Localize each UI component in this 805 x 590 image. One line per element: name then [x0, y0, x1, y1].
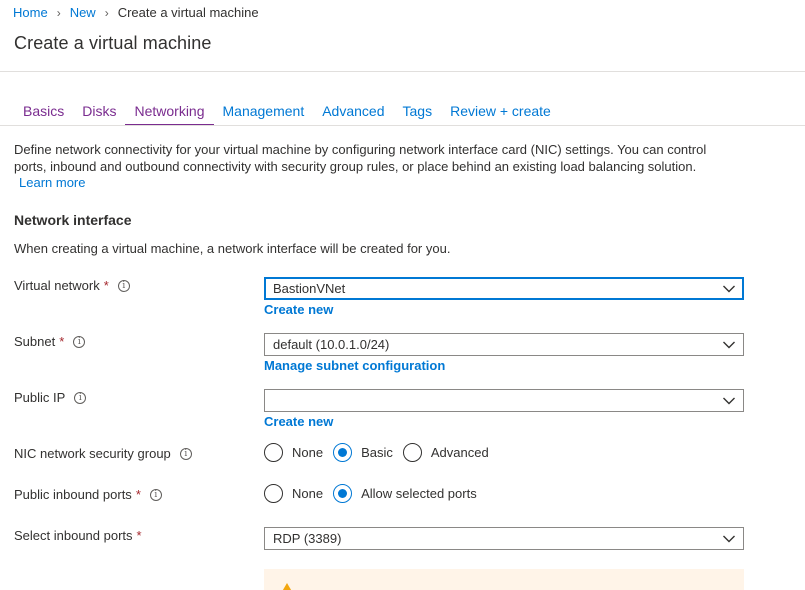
- nic-nsg-label: NIC network security group i: [14, 446, 192, 461]
- tab-tags[interactable]: Tags: [394, 100, 442, 126]
- radio-label: Advanced: [430, 445, 489, 460]
- tab-review-create[interactable]: Review + create: [441, 100, 560, 126]
- virtual-network-select[interactable]: BastionVNet: [264, 277, 744, 300]
- radio-circle[interactable]: [333, 443, 353, 462]
- radio-label: Basic: [361, 445, 393, 460]
- tab-advanced[interactable]: Advanced: [313, 100, 393, 126]
- public-inbound-ports-label-text: Public inbound ports: [14, 487, 132, 502]
- chevron-down-icon: [723, 534, 735, 544]
- required-marker: *: [136, 528, 142, 543]
- chevron-down-icon: [723, 284, 735, 294]
- select-inbound-ports-label-text: Select inbound ports: [14, 528, 133, 543]
- breadcrumb-current: Create a virtual machine: [117, 5, 259, 20]
- chevron-right-icon: ›: [56, 5, 61, 20]
- create-new-vnet-link[interactable]: Create new: [264, 302, 333, 317]
- info-icon[interactable]: i: [149, 488, 162, 501]
- subnet-value: default (10.0.1.0/24): [273, 337, 390, 352]
- inbound-ports-option-none[interactable]: None: [264, 484, 323, 503]
- public-inbound-ports-radio-group: None Allow selected ports: [264, 484, 487, 503]
- chevron-down-icon: [723, 340, 735, 350]
- info-icon[interactable]: i: [73, 335, 86, 348]
- learn-more-link[interactable]: Learn more: [19, 175, 85, 190]
- radio-label: None: [292, 445, 324, 460]
- nic-nsg-label-text: NIC network security group: [14, 446, 171, 461]
- tab-management[interactable]: Management: [214, 100, 314, 126]
- page-title: Create a virtual machine: [14, 33, 212, 53]
- select-inbound-ports-select[interactable]: RDP (3389): [264, 527, 744, 550]
- nic-nsg-option-none[interactable]: None: [264, 443, 323, 462]
- info-icon[interactable]: i: [74, 391, 87, 404]
- virtual-network-label: Virtual network * i: [14, 278, 130, 293]
- radio-circle[interactable]: [402, 443, 422, 462]
- required-marker: *: [103, 278, 109, 293]
- radio-label: Allow selected ports: [361, 486, 477, 501]
- public-ip-label-text: Public IP: [14, 390, 66, 405]
- select-inbound-ports-label: Select inbound ports *: [14, 528, 142, 543]
- chevron-right-icon: ›: [104, 5, 109, 20]
- radio-circle[interactable]: [264, 443, 283, 462]
- required-marker: *: [59, 334, 65, 349]
- radio-circle[interactable]: [264, 484, 283, 503]
- subnet-label-text: Subnet: [14, 334, 56, 349]
- nic-nsg-option-advanced[interactable]: Advanced: [402, 443, 489, 462]
- tab-networking[interactable]: Networking: [125, 100, 214, 126]
- warning-message-box: [264, 569, 744, 590]
- nic-nsg-radio-group: None Basic Advanced: [264, 443, 499, 462]
- breadcrumb-home-link[interactable]: Home: [13, 5, 48, 20]
- section-description: When creating a virtual machine, a netwo…: [14, 241, 451, 256]
- info-icon[interactable]: i: [179, 447, 192, 460]
- radio-label: None: [292, 486, 324, 501]
- public-ip-select[interactable]: [264, 389, 744, 412]
- radio-circle[interactable]: [333, 484, 353, 503]
- breadcrumb-new-link[interactable]: New: [70, 5, 96, 20]
- section-title-network-interface: Network interface: [14, 212, 132, 228]
- header-divider: [0, 71, 805, 72]
- required-marker: *: [135, 487, 141, 502]
- public-ip-label: Public IP i: [14, 390, 87, 405]
- create-new-public-ip-link[interactable]: Create new: [264, 414, 333, 429]
- nic-nsg-option-basic[interactable]: Basic: [333, 443, 393, 462]
- info-icon[interactable]: i: [117, 279, 130, 292]
- tab-disks[interactable]: Disks: [73, 100, 125, 126]
- virtual-network-value: BastionVNet: [273, 281, 346, 296]
- public-inbound-ports-label: Public inbound ports * i: [14, 487, 162, 502]
- subnet-select[interactable]: default (10.0.1.0/24): [264, 333, 744, 356]
- manage-subnet-configuration-link[interactable]: Manage subnet configuration: [264, 358, 445, 373]
- virtual-network-label-text: Virtual network: [14, 278, 100, 293]
- breadcrumb: Home › New › Create a virtual machine: [13, 5, 259, 20]
- warning-icon: [280, 583, 294, 590]
- inbound-ports-option-allow-selected[interactable]: Allow selected ports: [333, 484, 477, 503]
- tabs-divider: [0, 125, 805, 126]
- tab-basics[interactable]: Basics: [14, 100, 73, 126]
- networking-description: Define network connectivity for your vir…: [14, 142, 707, 174]
- subnet-label: Subnet * i: [14, 334, 86, 349]
- tab-bar: Basics Disks Networking Management Advan…: [14, 100, 560, 126]
- chevron-down-icon: [723, 396, 735, 406]
- select-inbound-ports-value: RDP (3389): [273, 531, 342, 546]
